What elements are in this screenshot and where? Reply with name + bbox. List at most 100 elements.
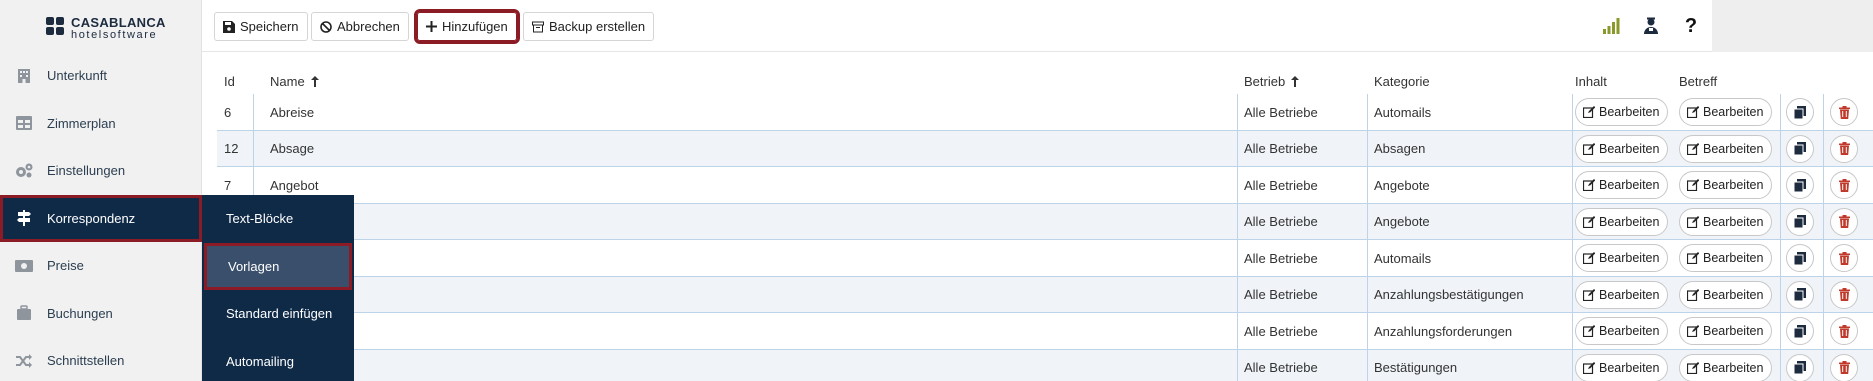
delete-button[interactable] <box>1830 134 1858 163</box>
backup-button[interactable]: Backup erstellen <box>523 12 655 41</box>
table-header: Id Name Betrieb Kategorie Inhalt Betreff <box>217 66 1873 94</box>
edit-button-label: Bearbeiten <box>1599 251 1660 265</box>
sidebar-item-preise[interactable]: Preise <box>0 242 202 290</box>
help-icon[interactable]: ? <box>1679 14 1703 38</box>
table-row[interactable]: Alle Betriebe Bestätigungen Bearbeiten Bear… <box>217 349 1873 381</box>
cell-kategorie: Anzahlungsbestätigungen <box>1374 287 1524 302</box>
sort-ascending-icon <box>1291 76 1300 87</box>
edit-subject-button[interactable]: Bearbeiten <box>1679 280 1773 309</box>
edit-icon <box>1687 325 1699 337</box>
delete-button[interactable] <box>1830 353 1858 381</box>
table-row[interactable]: 12 Absage Alle Betriebe Absagen Bearbeiten Be… <box>217 130 1873 167</box>
edit-content-button[interactable]: Bearbeiten <box>1575 134 1669 163</box>
sidebar-item-zimmerplan[interactable]: Zimmerplan <box>0 100 202 148</box>
cell-name: Abreise <box>270 104 315 120</box>
column-header-inhalt: Inhalt <box>1575 74 1607 89</box>
delete-button[interactable] <box>1830 244 1858 272</box>
trash-icon <box>1838 215 1850 228</box>
edit-content-button[interactable]: Bearbeiten <box>1575 244 1669 272</box>
delete-button[interactable] <box>1830 171 1858 199</box>
column-divider <box>1780 349 1781 381</box>
edit-content-button[interactable]: Bearbeiten <box>1575 171 1669 199</box>
cell-kategorie: Angebote <box>1374 177 1430 193</box>
submenu-item-text-bloecke[interactable]: Text-Blöcke <box>202 195 354 243</box>
edit-content-button[interactable]: Bearbeiten <box>1575 207 1669 236</box>
suitcase-icon <box>14 303 34 323</box>
edit-content-button[interactable]: Bearbeiten <box>1575 317 1669 345</box>
column-divider <box>1780 167 1781 203</box>
edit-subject-button[interactable]: Bearbeiten <box>1679 98 1773 126</box>
column-divider <box>1367 349 1368 381</box>
copy-button[interactable] <box>1786 244 1814 272</box>
user-icon[interactable] <box>1639 14 1663 38</box>
signal-strength-icon[interactable] <box>1599 14 1623 38</box>
edit-subject-button[interactable]: Bearbeiten <box>1679 244 1773 272</box>
column-divider <box>1572 167 1573 203</box>
floppy-disk-icon <box>223 20 235 33</box>
edit-subject-button[interactable]: Bearbeiten <box>1679 134 1773 163</box>
copy-button[interactable] <box>1786 134 1814 163</box>
cell-betrieb: Alle Betriebe <box>1244 214 1318 229</box>
column-divider <box>1572 349 1573 381</box>
submenu-item-standard-einfuegen[interactable]: Standard einfügen <box>202 290 354 338</box>
edit-button-label: Bearbeiten <box>1703 141 1764 156</box>
copy-button[interactable] <box>1786 317 1814 345</box>
edit-subject-button[interactable]: Bearbeiten <box>1679 317 1773 345</box>
sidebar-item-unterkunft[interactable]: Unterkunft <box>0 52 202 100</box>
sidebar-item-einstellungen[interactable]: Einstellungen <box>0 147 202 195</box>
sidebar-item-korrespondenz[interactable]: Korrespondenz <box>0 194 202 242</box>
edit-icon <box>1583 106 1595 118</box>
column-divider <box>1823 94 1824 130</box>
column-header-betrieb[interactable]: Betrieb <box>1244 74 1300 89</box>
edit-button-label: Bearbeiten <box>1599 105 1660 119</box>
column-header-kategorie[interactable]: Kategorie <box>1374 74 1430 89</box>
delete-button[interactable] <box>1830 98 1858 126</box>
save-button[interactable]: Speichern <box>214 12 308 41</box>
edit-content-button[interactable]: Bearbeiten <box>1575 280 1669 309</box>
edit-subject-button[interactable]: Bearbeiten <box>1679 353 1773 381</box>
copy-button[interactable] <box>1786 207 1814 236</box>
copy-button[interactable] <box>1786 98 1814 126</box>
edit-subject-button[interactable]: Bearbeiten <box>1679 207 1773 236</box>
delete-button[interactable] <box>1830 280 1858 309</box>
sidebar-item-buchungen[interactable]: Buchungen <box>0 290 202 338</box>
delete-button[interactable] <box>1830 317 1858 345</box>
submenu-item-vorlagen[interactable]: Vorlagen <box>204 242 352 290</box>
submenu-item-automailing[interactable]: Automailing <box>202 338 354 381</box>
column-divider <box>1572 240 1573 276</box>
table-row[interactable]: 6 Abreise Alle Betriebe Automails Bearbeiten… <box>217 94 1873 131</box>
casablanca-logo: CASABLANCA hotelsoftware <box>46 14 166 42</box>
copy-button[interactable] <box>1786 171 1814 199</box>
column-header-id[interactable]: Id <box>224 74 235 89</box>
edit-content-button[interactable]: Bearbeiten <box>1575 98 1669 126</box>
table-row[interactable]: Alle Betriebe Automails Bearbeiten Bearbeit… <box>217 240 1873 277</box>
delete-button[interactable] <box>1830 207 1858 236</box>
column-divider <box>1823 276 1824 313</box>
korrespondenz-submenu: Text-Blöcke Vorlagen Standard einfügen A… <box>202 195 354 381</box>
column-divider <box>1237 94 1238 130</box>
edit-content-button[interactable]: Bearbeiten <box>1575 353 1669 381</box>
trash-icon <box>1838 105 1850 119</box>
edit-button-label: Bearbeiten <box>1703 251 1764 265</box>
sidebar: CASABLANCA hotelsoftware Unterkunft Zimm… <box>0 0 202 381</box>
table-row[interactable]: stätigungAlle BetriebeAnzahlungsbestätig… <box>217 276 1873 313</box>
column-divider <box>1823 240 1824 276</box>
table-row[interactable]: 7 Angebot Alle Betriebe Angebote Bearbeiten B… <box>217 167 1873 204</box>
column-divider <box>1237 313 1238 349</box>
plus-icon <box>426 21 437 32</box>
column-divider <box>1572 276 1573 313</box>
column-header-name[interactable]: Name <box>270 74 319 89</box>
table-row[interactable]: derungAlle BetriebeAnzahlungsforderungen… <box>217 313 1873 350</box>
copy-button[interactable] <box>1786 353 1814 381</box>
building-icon <box>14 66 34 86</box>
column-divider <box>1367 313 1368 349</box>
add-button[interactable]: Hinzufügen <box>414 9 520 44</box>
copy-button[interactable] <box>1786 280 1814 309</box>
toolbar-right-area <box>1712 0 1873 52</box>
edit-button-label: Bearbeiten <box>1599 360 1660 375</box>
sidebar-item-schnittstellen[interactable]: Schnittstellen <box>0 337 202 381</box>
cancel-button[interactable]: Abbrechen <box>311 12 409 41</box>
edit-button-label: Bearbeiten <box>1703 178 1764 192</box>
table-row[interactable]: beAlle BetriebeAngeboteBearbeitenBearbei… <box>217 203 1873 240</box>
edit-subject-button[interactable]: Bearbeiten <box>1679 171 1773 199</box>
